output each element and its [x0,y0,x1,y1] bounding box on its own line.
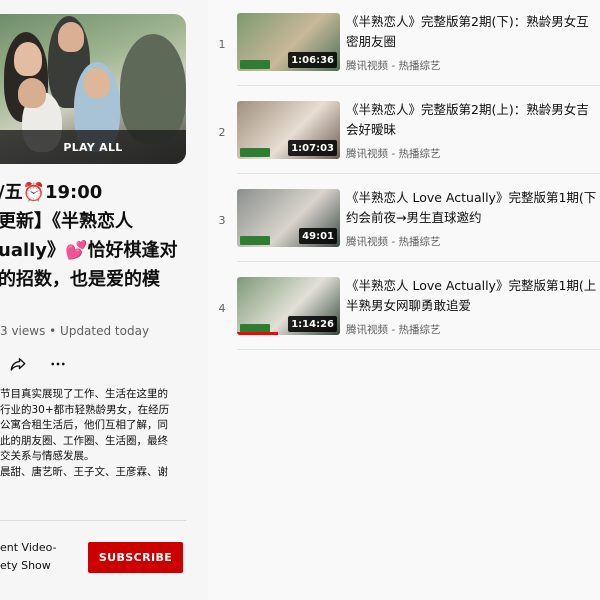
episode-badge [240,60,270,69]
video-thumbnail[interactable]: 1:07:03 [237,101,340,159]
watch-progress-bar [237,332,279,335]
channel-name[interactable]: ent Video- ety Show [0,539,57,575]
video-index: 4 [218,302,226,315]
description-line: 公寓合租生活后，他们互相了解，同 [0,419,168,431]
divider [237,85,600,86]
video-list-item[interactable]: 2 1:07:03 《半熟恋人》完整版第2期(上)：熟龄男女吉 会好暧昧 腾讯视… [208,88,600,174]
video-list: 1 1:06:36 《半熟恋人》完整版第2期(下)：熟龄男女互 密朋友圈 腾讯视… [208,0,600,600]
video-title[interactable]: 《半熟恋人》完整版第2期(上)：熟龄男女吉 会好暧昧 [346,100,600,140]
description-line: 此的朋友圈、工作圈、生活圈，最终 [0,434,168,447]
video-title-line: 会好暧昧 [346,122,397,137]
video-title-line: 半熟男女网聊勇敢追爱 [346,298,472,313]
channel-name-line: ety Show [0,559,51,572]
channel-name-line: ent Video- [0,541,57,554]
description-line: 晨甜、唐艺昕、王子文、王彦霖、谢 [0,465,168,478]
video-thumbnail[interactable]: 1:14:26 [237,277,340,335]
video-channel[interactable]: 腾讯视频 - 热播综艺 [346,322,440,337]
video-duration: 1:07:03 [288,140,337,156]
video-title-line: 《半熟恋人 Love Actually》完整版第1期(下 [346,190,597,205]
video-list-item[interactable]: 4 1:14:26 《半熟恋人 Love Actually》完整版第1期(上 半… [208,264,600,350]
share-icon[interactable] [6,352,30,376]
playlist-title: /五⏰19:00 更新】《半熟恋人 ually》💕恰好棋逢对 的招数，也是爱的模 [0,178,208,294]
description-line: 节目真实展现了工作、生活在这里的 [0,388,168,400]
video-thumbnail[interactable]: 49:01 [237,189,340,247]
subscribe-button[interactable]: SUBSCRIBE [88,542,183,573]
video-duration: 49:01 [299,228,337,244]
video-title[interactable]: 《半熟恋人》完整版第2期(下)：熟龄男女互 密朋友圈 [346,12,600,52]
more-icon[interactable] [46,352,70,376]
video-title[interactable]: 《半熟恋人 Love Actually》完整版第1期(上 半熟男女网聊勇敢追爱 [346,276,600,316]
video-title[interactable]: 《半熟恋人 Love Actually》完整版第1期(下 约会前夜→男生直球邀约 [346,188,600,228]
video-channel[interactable]: 腾讯视频 - 热播综艺 [346,234,440,249]
video-duration: 1:06:36 [288,52,337,68]
video-title-line: 《半熟恋人》完整版第2期(上)：熟龄男女吉 [346,102,589,117]
divider [237,349,600,350]
video-title-line: 《半熟恋人 Love Actually》完整版第1期(上 [346,278,597,293]
playlist-hero-thumbnail[interactable]: PLAY ALL [0,14,186,164]
video-channel[interactable]: 腾讯视频 - 热播综艺 [346,146,440,161]
description-line: 交关系与情感发展。 [0,450,95,462]
video-title-line: 《半熟恋人》完整版第2期(下)：熟龄男女互 [346,14,589,29]
video-index: 2 [218,126,226,139]
video-index: 1 [218,38,226,51]
divider [0,520,186,521]
playlist-title-line: 更新】《半熟恋人 [0,211,133,232]
video-thumbnail[interactable]: 1:06:36 [237,13,340,71]
playlist-description: 节目真实展现了工作、生活在这里的 行业的30+都市轻熟龄男女，在经历 公寓合租生… [0,387,190,480]
video-list-item[interactable]: 3 49:01 《半熟恋人 Love Actually》完整版第1期(下 约会前… [208,176,600,262]
video-index: 3 [218,214,226,227]
divider [237,261,600,262]
video-title-line: 密朋友圈 [346,34,397,49]
description-line: 行业的30+都市轻熟龄男女，在经历 [0,403,170,416]
episode-badge [240,148,270,157]
episode-badge [240,236,270,245]
playlist-meta: 3 views • Updated today [0,324,150,338]
playlist-panel: PLAY ALL /五⏰19:00 更新】《半熟恋人 ually》💕恰好棋逢对 … [0,0,208,600]
playlist-actions [0,352,200,376]
divider [237,173,600,174]
video-title-line: 约会前夜→男生直球邀约 [346,210,482,225]
video-list-item[interactable]: 1 1:06:36 《半熟恋人》完整版第2期(下)：熟龄男女互 密朋友圈 腾讯视… [208,0,600,86]
playlist-title-line: ually》💕恰好棋逢对 [0,240,178,261]
video-duration: 1:14:26 [288,316,337,332]
playlist-title-line: /五⏰19:00 [0,182,103,203]
playlist-title-line: 的招数，也是爱的模 [0,269,160,290]
video-channel[interactable]: 腾讯视频 - 热播综艺 [346,58,440,73]
play-all-button[interactable]: PLAY ALL [0,130,186,164]
